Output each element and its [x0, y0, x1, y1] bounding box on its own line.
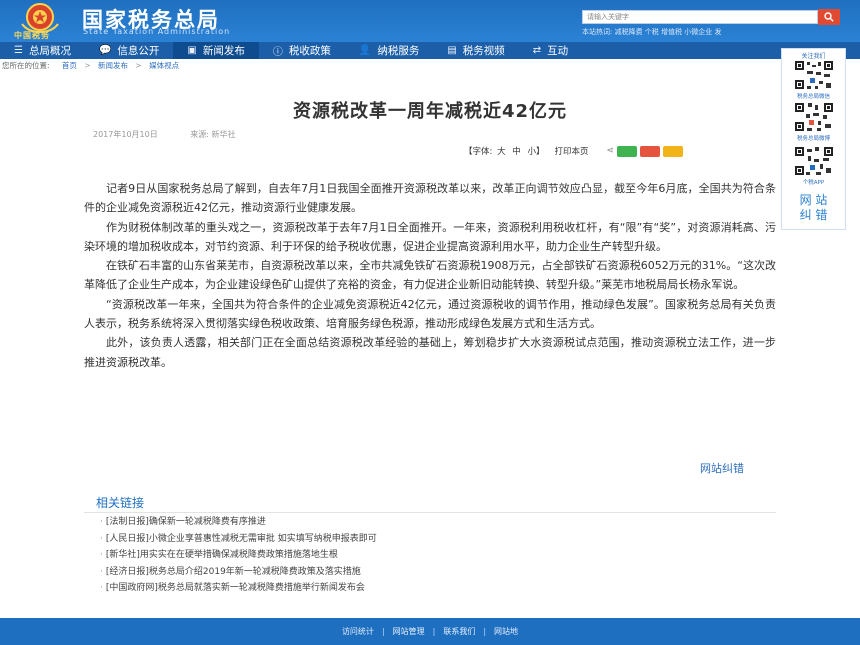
- nav-label: 新闻发布: [202, 45, 245, 57]
- article-paragraph: “资源税改革一年来，全国共为符合条件的企业减免资源税近42亿元，通过资源税收的调…: [84, 297, 776, 331]
- nav-label: 总局概况: [28, 45, 71, 57]
- info-icon: ⓘ: [272, 47, 283, 58]
- nav-label: 信息公开: [117, 45, 160, 57]
- follow-panel: 关注我们 税务总局微信 税务总局微博 个税APP 网 站 纠 错: [781, 48, 846, 230]
- site-footer: 访问统计 | 网站管理 | 联系我们 | 网站地: [0, 618, 860, 645]
- breadcrumb-prefix: 您所在的位置:: [2, 61, 50, 70]
- site-subtitle: State Taxation Administration: [83, 27, 231, 36]
- nav-item-overview[interactable]: ☰ 总局概况: [0, 42, 85, 59]
- qzone-share-icon[interactable]: [663, 145, 684, 157]
- qr-label: 税务总局微信: [796, 94, 830, 100]
- footer-link-admin[interactable]: 网站管理: [393, 626, 425, 637]
- related-links-list: [法制日报]确保新一轮减税降费有序推进 [人民日报]小微企业享普惠性减税无需审批…: [100, 514, 377, 597]
- video-icon: ▤: [447, 45, 457, 56]
- search-button[interactable]: [818, 9, 840, 25]
- nav-item-policy[interactable]: ⓘ 税收政策: [259, 42, 345, 59]
- related-link[interactable]: [中国政府网]税务总局就落实新一轮减税降费措施举行新闻发布会: [100, 580, 377, 597]
- refresh-icon: ⇄: [532, 45, 542, 56]
- related-link[interactable]: [人民日报]小微企业享普惠性减税无需审批 如实填写纳税申报表即可: [100, 531, 377, 548]
- nav-item-news[interactable]: ▣ 新闻发布: [173, 42, 259, 59]
- wechat-share-icon[interactable]: [617, 145, 638, 157]
- breadcrumb-media[interactable]: 媒体视点: [149, 61, 179, 70]
- related-links-title: 相关链接: [96, 496, 145, 510]
- hotwords[interactable]: 本站热词: 减税降费 个税 增值税 小微企业 发: [582, 27, 860, 37]
- footer-link-contact[interactable]: 联系我们: [443, 626, 475, 637]
- print-button[interactable]: 打印本页: [555, 145, 589, 157]
- error-report-link[interactable]: 网站纠错: [700, 460, 744, 476]
- person-icon: 👤: [358, 45, 372, 56]
- breadcrumb-news[interactable]: 新闻发布: [98, 61, 128, 70]
- font-small-button[interactable]: 小】: [528, 147, 545, 157]
- qr-label: 税务总局微博: [796, 136, 830, 142]
- weibo-qr-icon[interactable]: [793, 101, 835, 133]
- nav-item-disclosure[interactable]: 💬 信息公开: [85, 42, 173, 59]
- weibo-share-icon[interactable]: [640, 145, 661, 157]
- article-paragraph: 在铁矿石丰富的山东省莱芜市，自资源税改革以来，全市共减免铁矿石资源税1908万元…: [84, 259, 776, 292]
- article-title: 资源税改革一周年减税近42亿元: [292, 101, 568, 122]
- nav-item-interaction[interactable]: ⇄ 互动: [519, 42, 582, 59]
- share-icon[interactable]: ⋖: [607, 146, 615, 156]
- share-bar: ⋖: [599, 145, 684, 157]
- breadcrumb: 您所在的位置: 首页 > 新闻发布 > 媒体视点: [2, 61, 180, 70]
- font-medium-button[interactable]: 中: [512, 147, 521, 157]
- nav-item-service[interactable]: 👤 纳税服务: [345, 42, 433, 59]
- main-nav: ☰ 总局概况 💬 信息公开 ▣ 新闻发布 ⓘ 税收政策 👤 纳税服务 ▤ 税务视…: [0, 42, 860, 59]
- chat-icon: 💬: [98, 45, 112, 56]
- app-qr-icon[interactable]: [793, 145, 835, 177]
- emblem-text: 中国税务: [14, 31, 50, 40]
- qr-label: 个税APP: [802, 180, 825, 186]
- wechat-qr-icon[interactable]: [793, 59, 835, 91]
- nav-label: 互动: [547, 45, 569, 57]
- nav-label: 税务视频: [462, 45, 505, 57]
- related-link[interactable]: [经济日报]税务总局介绍2019年新一轮减税降费政策及落实措施: [100, 564, 377, 581]
- article-source: 来源: 新华社: [190, 130, 236, 139]
- error-report-badge[interactable]: 网 站 纠 错: [782, 193, 845, 223]
- article-paragraph: 作为财税体制改革的重头戏之一，资源税改革于去年7月1日全面推开。一年来，资源税利…: [84, 220, 776, 253]
- nav-label: 税收政策: [288, 45, 331, 57]
- footer-link-sitemap[interactable]: 网站地: [494, 626, 518, 637]
- nav-label: 纳税服务: [377, 45, 420, 57]
- related-link[interactable]: [法制日报]确保新一轮减税降费有序推进: [100, 514, 377, 531]
- nav-item-video[interactable]: ▤ 税务视频: [433, 42, 518, 59]
- article-body: 记者9日从国家税务总局了解到，自去年7月1日我国全面推开资源税改革以来，改革正向…: [84, 179, 776, 372]
- tv-icon: ▣: [187, 45, 197, 56]
- font-size-control: 【字体: 大 中 小】: [464, 147, 545, 157]
- site-header: 中国税务 国家税务总局 State Taxation Administratio…: [0, 0, 860, 42]
- article-date: 2017年10月10日: [93, 130, 158, 139]
- breadcrumb-home[interactable]: 首页: [62, 61, 77, 70]
- footer-link-stats[interactable]: 访问统计: [342, 626, 374, 637]
- font-large-button[interactable]: 大: [497, 147, 506, 157]
- divider: [84, 512, 776, 513]
- article-paragraph: 此外，该负责人透露，相关部门正在全面总结资源税改革经验的基础上，筹划稳步扩大水资…: [84, 336, 776, 369]
- article-meta: 2017年10月10日 来源: 新华社: [93, 129, 266, 140]
- search-input[interactable]: 请输入关键字: [582, 10, 818, 24]
- related-link[interactable]: [新华社]用实实在在硬举措确保减税降费政策措施落地生根: [100, 547, 377, 564]
- article-tools: 【字体: 大 中 小】 打印本页 ⋖: [464, 145, 684, 157]
- article-paragraph: 记者9日从国家税务总局了解到，自去年7月1日我国全面推开资源税改革以来，改革正向…: [84, 182, 776, 215]
- menu-icon: ☰: [14, 45, 23, 56]
- search-icon: [824, 12, 834, 22]
